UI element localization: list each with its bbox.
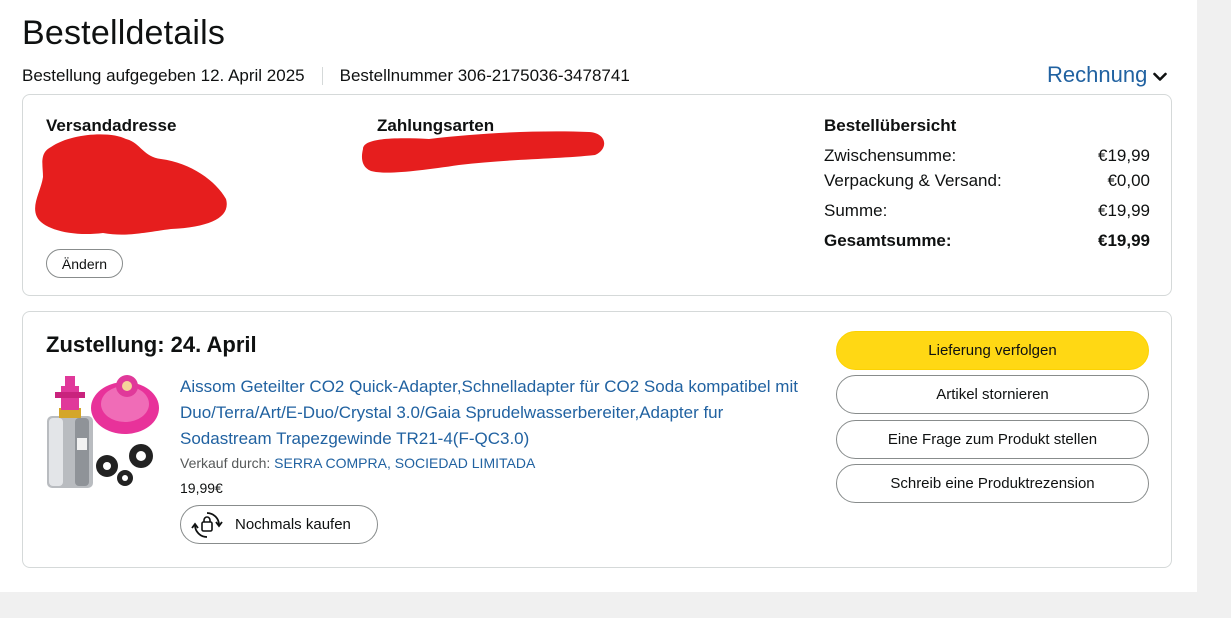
buy-again-button[interactable]: Nochmals kaufen: [180, 505, 378, 544]
grand-total-label: Gesamtsumme:: [824, 231, 952, 250]
seller-link[interactable]: SERRA COMPRA, SOCIEDAD LIMITADA: [274, 455, 535, 471]
delivery-card: Zustellung: 24. April Aissom Geteilter C…: [22, 311, 1172, 568]
product-title-link[interactable]: Aissom Geteilter CO2 Quick-Adapter,Schne…: [180, 374, 810, 452]
sum-value: €19,99: [1098, 201, 1150, 220]
delivery-title: Zustellung: 24. April: [46, 332, 257, 357]
shipping-cost-value: €0,00: [1107, 171, 1150, 190]
invoice-dropdown[interactable]: Rechnung: [1047, 62, 1168, 88]
buy-again-icon: [191, 511, 223, 538]
ask-question-button[interactable]: Eine Frage zum Produkt stellen: [836, 420, 1149, 459]
page-title: Bestelldetails: [22, 14, 226, 52]
shipping-cost-label: Verpackung & Versand:: [824, 171, 1002, 190]
order-number: Bestellnummer 306-2175036-3478741: [339, 66, 630, 85]
meta-divider: [321, 67, 323, 85]
grand-total-row: Gesamtsumme: €19,99: [824, 231, 1150, 251]
seller-label: Verkauf durch:: [180, 455, 271, 471]
order-meta: Bestellung aufgegeben 12. April 2025 Bes…: [22, 66, 630, 86]
shipping-cost-row: Verpackung & Versand: €0,00: [824, 171, 1150, 191]
product-price: 19,99€: [180, 480, 223, 496]
sum-row: Summe: €19,99: [824, 201, 1150, 221]
buy-again-label: Nochmals kaufen: [235, 516, 351, 533]
order-overview-label: Bestellübersicht: [824, 116, 957, 135]
product-image[interactable]: [45, 374, 160, 490]
invoice-label: Rechnung: [1047, 62, 1148, 87]
grand-total-value: €19,99: [1098, 231, 1150, 250]
redacted-address: [35, 134, 227, 235]
track-package-button[interactable]: Lieferung verfolgen: [836, 331, 1149, 370]
sum-label: Summe:: [824, 201, 888, 220]
subtotal-row: Zwischensumme: €19,99: [824, 146, 1150, 166]
subtotal-label: Zwischensumme:: [824, 146, 957, 165]
redacted-payment: [361, 131, 605, 173]
order-details-page: Bestelldetails Bestellung aufgegeben 12.…: [0, 0, 1197, 592]
subtotal-value: €19,99: [1098, 146, 1150, 165]
write-review-button[interactable]: Schreib eine Produktrezension: [836, 464, 1149, 503]
seller-info: Verkauf durch: SERRA COMPRA, SOCIEDAD LI…: [180, 455, 535, 471]
change-address-button[interactable]: Ändern: [46, 249, 123, 278]
chevron-down-icon: [1153, 72, 1168, 81]
cancel-item-button[interactable]: Artikel stornieren: [836, 375, 1149, 414]
order-summary-card: Versandadresse Ändern Zahlungsarten Best…: [22, 94, 1172, 296]
order-date: Bestellung aufgegeben 12. April 2025: [22, 66, 305, 85]
